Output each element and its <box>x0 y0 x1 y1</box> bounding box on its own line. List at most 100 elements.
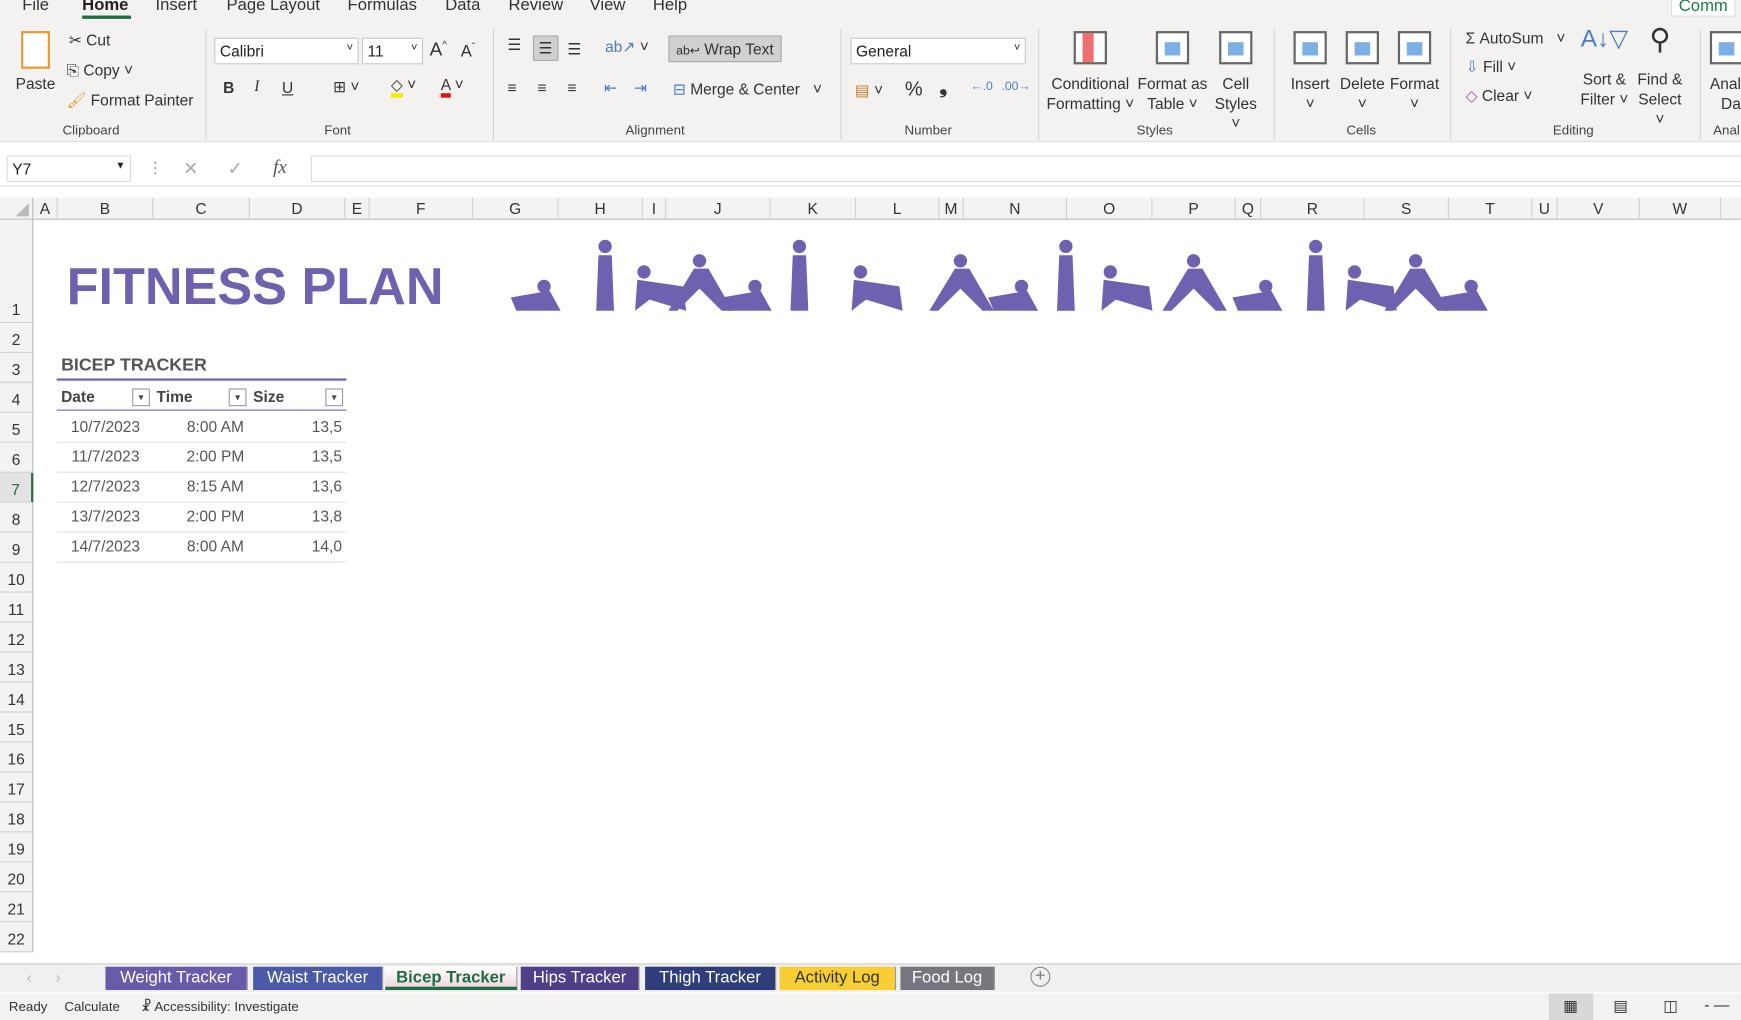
sheet-tab-weight-tracker[interactable]: Weight Tracker <box>105 966 248 991</box>
name-box[interactable]: Y7 ▼ <box>6 155 132 183</box>
scroll-tabs-left-button[interactable]: ‹ <box>27 968 32 986</box>
cell-styles-button[interactable]: Cell Styles ˅ <box>1208 31 1264 133</box>
comments-button[interactable]: Comm <box>1671 0 1736 17</box>
format-painter-button[interactable]: 🖌 Format Painter <box>67 91 194 110</box>
menu-help[interactable]: Help <box>653 0 687 14</box>
column-header-N[interactable]: N <box>964 197 1067 220</box>
calculate-button[interactable]: Calculate <box>64 999 120 1015</box>
column-header-V[interactable]: V <box>1558 197 1640 220</box>
row-header-13[interactable]: 13 <box>0 652 34 683</box>
decrease-decimal-button[interactable]: .00→ <box>1001 80 1030 93</box>
filter-dropdown-button[interactable]: ▾ <box>132 388 150 407</box>
column-header-C[interactable]: C <box>153 197 250 220</box>
insert-cells-button[interactable]: Insert ˅ <box>1286 31 1335 113</box>
align-right-button[interactable]: ≡ <box>567 79 576 97</box>
fill-color-button[interactable]: ◇ ˅ <box>390 75 416 98</box>
menu-insert[interactable]: Insert <box>155 0 197 14</box>
column-header-D[interactable]: D <box>250 197 346 220</box>
delete-cells-button[interactable]: Delete ˅ <box>1337 31 1388 113</box>
column-header-A[interactable]: A <box>33 197 58 220</box>
format-cells-button[interactable]: Format ˅ <box>1388 31 1441 113</box>
page-break-view-button[interactable]: ◫ <box>1663 997 1678 1016</box>
sort-filter-button[interactable]: A↓▽ Sort & Filter ˅ <box>1577 26 1633 109</box>
column-header-Q[interactable]: Q <box>1236 197 1262 220</box>
row-header-15[interactable]: 15 <box>0 712 34 743</box>
formula-input[interactable] <box>310 155 1741 183</box>
column-header-I[interactable]: I <box>643 197 667 220</box>
column-header-J[interactable]: J <box>666 197 771 220</box>
row-header-7[interactable]: 7 <box>0 472 34 503</box>
column-header-L[interactable]: L <box>856 197 940 220</box>
column-header-S[interactable]: S <box>1365 197 1449 220</box>
menu-formulas[interactable]: Formulas <box>348 0 417 14</box>
find-select-button[interactable]: ⚲ Find & Select ˅ <box>1632 24 1688 129</box>
analyze-data-button[interactable]: Anal Da <box>1709 31 1741 113</box>
font-name-select[interactable]: Calibri ˅ <box>214 37 359 65</box>
row-header-20[interactable]: 20 <box>0 862 34 893</box>
row-header-10[interactable]: 10 <box>0 562 34 593</box>
column-header-K[interactable]: K <box>771 197 857 220</box>
row-header-11[interactable]: 11 <box>0 592 34 623</box>
increase-font-button[interactable]: A^ <box>430 39 447 61</box>
row-header-2[interactable]: 2 <box>0 322 34 353</box>
copy-button[interactable]: ⎘ Copy ˅ <box>67 61 133 80</box>
row-header-6[interactable]: 6 <box>0 442 34 473</box>
align-center-button[interactable]: ≡ <box>537 79 546 97</box>
row-header-14[interactable]: 14 <box>0 682 34 713</box>
page-layout-view-button[interactable]: ▤ <box>1613 997 1628 1016</box>
menu-view[interactable]: View <box>590 0 626 14</box>
sheet-tab-bicep-tracker[interactable]: Bicep Tracker <box>385 966 518 991</box>
decrease-font-button[interactable]: Aˇ <box>461 41 475 61</box>
row-header-22[interactable]: 22 <box>0 922 34 953</box>
borders-button[interactable]: ⊞ ˅ <box>333 78 359 97</box>
number-format-select[interactable]: General ˅ <box>850 37 1026 65</box>
row-header-17[interactable]: 17 <box>0 772 34 803</box>
cut-button[interactable]: ✂ Cut <box>69 31 111 50</box>
fill-button[interactable]: ⇩ Fill ˅ <box>1466 58 1517 77</box>
increase-decimal-button[interactable]: ←.0 <box>970 80 992 93</box>
column-header-B[interactable]: B <box>58 197 154 220</box>
column-header-H[interactable]: H <box>558 197 643 220</box>
accounting-format-button[interactable]: ▤ ˅ <box>855 81 883 100</box>
row-header-16[interactable]: 16 <box>0 742 34 773</box>
sheet-tab-activity-log[interactable]: Activity Log <box>779 966 897 991</box>
filter-dropdown-button[interactable]: ▾ <box>325 388 344 407</box>
column-header-R[interactable]: R <box>1261 197 1365 220</box>
sheet-tab-waist-tracker[interactable]: Waist Tracker <box>253 966 384 991</box>
row-header-1[interactable]: 1 <box>0 219 34 323</box>
row-header-4[interactable]: 4 <box>0 382 34 413</box>
percent-button[interactable]: % <box>905 78 923 101</box>
row-header-8[interactable]: 8 <box>0 502 34 533</box>
decrease-indent-button[interactable]: ⇤ <box>604 79 617 98</box>
sheet-tab-hips-tracker[interactable]: Hips Tracker <box>520 966 640 991</box>
row-header-12[interactable]: 12 <box>0 622 34 653</box>
align-middle-button[interactable]: ☰ <box>532 35 558 62</box>
italic-button[interactable]: I <box>254 79 259 97</box>
accessibility-button[interactable]: ☧ Accessibility: Investigate <box>141 999 299 1015</box>
column-header-U[interactable]: U <box>1532 197 1558 220</box>
wrap-text-button[interactable]: ab↩ Wrap Text <box>668 35 782 63</box>
column-header-E[interactable]: E <box>345 197 370 220</box>
orientation-button[interactable]: ab↗ ˅ <box>605 38 649 57</box>
format-as-table-button[interactable]: Format as Table ˅ <box>1137 31 1208 113</box>
row-header-21[interactable]: 21 <box>0 892 34 923</box>
row-header-18[interactable]: 18 <box>0 802 34 833</box>
menu-review[interactable]: Review <box>509 0 564 14</box>
comma-button[interactable]: ❟ <box>939 75 947 98</box>
paste-button[interactable]: Paste <box>13 31 57 93</box>
row-header-3[interactable]: 3 <box>0 352 34 383</box>
column-header-P[interactable]: P <box>1152 197 1236 220</box>
clear-button[interactable]: ◇ Clear ˅ <box>1466 87 1533 106</box>
column-header-W[interactable]: W <box>1640 197 1721 220</box>
cancel-icon[interactable]: ✕ <box>183 158 198 180</box>
autosum-button[interactable]: Σ AutoSum ˅ <box>1466 29 1566 47</box>
column-header-G[interactable]: G <box>473 197 559 220</box>
add-sheet-button[interactable]: + <box>1030 966 1051 987</box>
align-left-button[interactable]: ≡ <box>507 79 516 97</box>
insert-function-button[interactable]: fx <box>273 156 287 178</box>
zoom-slider[interactable]: - — <box>1704 996 1729 1014</box>
conditional-formatting-button[interactable]: Conditional Formatting ˅ <box>1044 31 1137 113</box>
merge-center-button[interactable]: ⊟ Merge & Center ˅ <box>673 80 822 99</box>
row-header-5[interactable]: 5 <box>0 412 34 443</box>
align-bottom-button[interactable]: ☰ <box>567 40 581 59</box>
